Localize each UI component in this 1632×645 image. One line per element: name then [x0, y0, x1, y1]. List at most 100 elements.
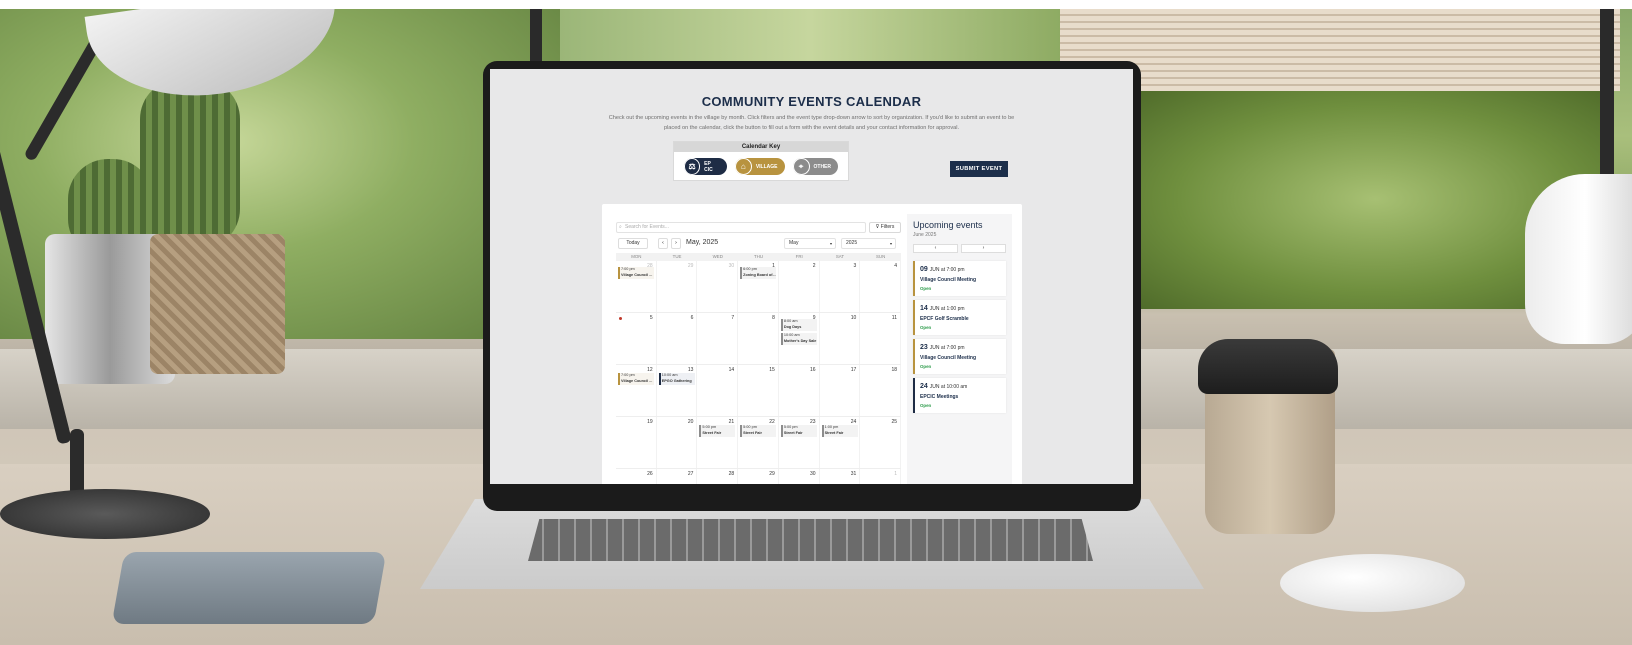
building-icon: ⌂ — [734, 158, 752, 175]
day-number: 19 — [647, 419, 653, 425]
event-chip[interactable]: 5:00 pm Street Fair — [740, 425, 777, 437]
event-status: Open — [920, 286, 932, 291]
today-button[interactable]: Today — [618, 238, 648, 249]
day-cell[interactable]: 7 — [697, 313, 739, 364]
day-cell[interactable]: 25 — [860, 417, 901, 468]
event-chip[interactable]: 10:00 am Mother's Day Sale — [780, 333, 817, 345]
day-cell[interactable]: 22 5:00 pm Street Fair — [738, 417, 779, 468]
event-name: Dog Days — [783, 324, 802, 329]
window-foliage-top — [560, 9, 1060, 69]
day-cell[interactable]: 29 — [738, 469, 779, 484]
event-time: 7:00 pm — [621, 267, 635, 271]
filter-icon: ⊽ — [875, 224, 880, 230]
key-epcic: ⚖ EP CIC — [684, 158, 727, 175]
day-cell[interactable]: 2 — [779, 261, 820, 312]
day-cell[interactable]: 21 5:00 pm Street Fair — [697, 417, 739, 468]
day-cell[interactable]: 11 — [860, 313, 901, 364]
day-cell[interactable]: 6 — [657, 313, 698, 364]
event-name: Street Fair — [702, 430, 722, 435]
submit-event-button[interactable]: SUBMIT EVENT — [950, 161, 1008, 177]
day-number: 16 — [810, 367, 816, 373]
chevron-right-icon: › — [675, 240, 677, 246]
event-chip[interactable]: 8:00 am Dog Days — [780, 319, 817, 331]
day-cell[interactable]: 24 1:00 pm Street Fair — [820, 417, 861, 468]
event-chip[interactable]: 1:00 pm Street Fair — [821, 425, 858, 437]
weekday-label: WED — [712, 254, 723, 259]
event-chip[interactable]: 10:00 am EPGO Gathering — [658, 373, 695, 385]
day-cell[interactable]: 12 7:00 pm Village Council ... — [616, 365, 657, 416]
upcoming-event-card[interactable]: 14 JUN at 1:00 pm EPCF Golf Scramble Open — [913, 300, 1006, 335]
event-chip[interactable]: 7:00 pm Village Council ... — [618, 267, 654, 279]
day-number: 30 — [728, 263, 735, 269]
event-chip[interactable]: 5:00 pm Street Fair — [699, 425, 736, 437]
event-chip[interactable]: 7:00 pm Village Council ... — [618, 373, 654, 385]
day-cell[interactable]: 3 — [820, 261, 861, 312]
day-cell[interactable]: 14 — [697, 365, 739, 416]
day-cell[interactable]: 10 — [820, 313, 861, 364]
month-select[interactable]: May ▾ — [784, 238, 836, 249]
filters-button[interactable]: ⊽ Filters — [869, 222, 901, 233]
upcoming-event-card[interactable]: 24 JUN at 10:00 am EPCIC Meetings Open — [913, 378, 1006, 413]
day-number: 29 — [687, 263, 694, 269]
event-name: Village Council Meeting — [920, 277, 977, 283]
event-status: Open — [920, 325, 932, 330]
event-name: Village Council ... — [621, 272, 653, 277]
next-month-button[interactable]: › — [671, 238, 681, 249]
weekday-label: MON — [631, 254, 642, 259]
day-cell[interactable]: 31 — [820, 469, 861, 484]
event-name: Street Fair — [783, 430, 803, 435]
day-cell[interactable]: 17 — [820, 365, 861, 416]
day-cell[interactable]: 29 — [657, 261, 698, 312]
upcoming-event-card[interactable]: 09 JUN at 7:00 pm Village Council Meeting… — [913, 261, 1006, 296]
upcoming-event-card[interactable]: 23 JUN at 7:00 pm Village Council Meeting… — [913, 339, 1006, 374]
search-placeholder: Search for Events... — [625, 224, 669, 230]
day-cell[interactable]: 19 — [616, 417, 657, 468]
week-row: 28 7:00 pm Village Council ... 29 30 1 6:… — [616, 261, 901, 313]
coffee-cup-lid — [1198, 339, 1338, 394]
day-cell[interactable]: 23 5:00 pm Street Fair — [779, 417, 820, 468]
day-cell[interactable]: 5 — [616, 313, 657, 364]
year-select[interactable]: 2025 ▾ — [841, 238, 896, 249]
day-number: 25 — [891, 419, 897, 425]
day-cell[interactable]: 8 — [738, 313, 779, 364]
event-day: 14 — [920, 305, 928, 312]
upcoming-prev-button[interactable]: ‹ — [913, 244, 958, 253]
weekday-label: SAT — [835, 254, 845, 259]
weekday-label: SUN — [876, 254, 886, 259]
event-name: Street Fair — [824, 430, 844, 435]
wicker-basket — [150, 234, 285, 374]
event-day: 23 — [920, 344, 928, 351]
day-cell[interactable]: 18 — [860, 365, 901, 416]
day-number: 29 — [769, 471, 775, 477]
week-row: 12 7:00 pm Village Council ... 13 10:00 a… — [616, 365, 901, 417]
day-cell[interactable]: 4 — [860, 261, 901, 312]
month-grid: MON TUE WED THU FRI SAT SUN 28 7:00 pm Vi… — [616, 253, 901, 484]
week-row: 5 6 7 8 9 8:00 am Dog Days 10:00 am Mother… — [616, 313, 901, 365]
day-cell[interactable]: 20 — [657, 417, 698, 468]
event-time: 5:00 pm — [783, 425, 798, 429]
day-cell[interactable]: 1 — [860, 469, 901, 484]
day-number: 31 — [850, 471, 857, 477]
day-cell[interactable]: 16 — [779, 365, 820, 416]
day-cell[interactable]: 9 8:00 am Dog Days 10:00 am Mother's Day S… — [779, 313, 820, 364]
day-number: 10 — [850, 315, 857, 321]
upcoming-next-button[interactable]: › — [961, 244, 1006, 253]
laptop-keyboard — [528, 519, 1093, 561]
day-cell[interactable]: 13 10:00 am EPGO Gathering — [657, 365, 698, 416]
day-cell[interactable]: 26 — [616, 469, 657, 484]
day-cell[interactable]: 30 — [697, 261, 739, 312]
day-cell[interactable]: 28 7:00 pm Village Council ... — [616, 261, 657, 312]
event-chip[interactable]: 6:00 pm Zoning Board of... — [740, 267, 777, 279]
today-indicator — [619, 317, 622, 320]
day-cell[interactable]: 28 — [697, 469, 739, 484]
day-cell[interactable]: 30 — [779, 469, 820, 484]
day-cell[interactable]: 15 — [738, 365, 779, 416]
search-input[interactable]: ⌕ Search for Events... — [616, 222, 866, 233]
day-cell[interactable]: 27 — [657, 469, 698, 484]
event-time: 5:00 pm — [743, 425, 757, 429]
day-number: 20 — [687, 419, 694, 425]
year-select-value: 2025 — [846, 240, 858, 246]
event-chip[interactable]: 5:00 pm Street Fair — [780, 425, 817, 437]
prev-month-button[interactable]: ‹ — [658, 238, 668, 249]
day-cell[interactable]: 1 6:00 pm Zoning Board of... — [738, 261, 779, 312]
